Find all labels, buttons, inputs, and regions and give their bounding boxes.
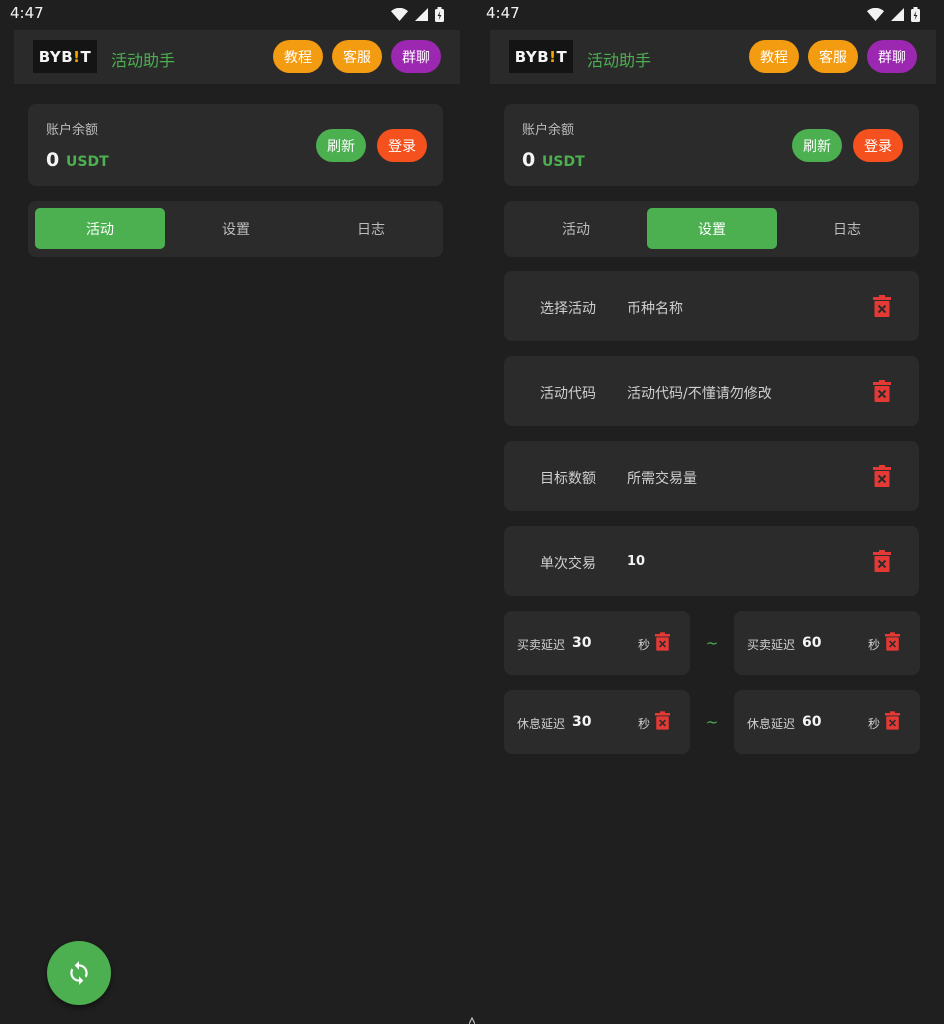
trash-icon[interactable]: [873, 380, 891, 402]
mini-label: 买卖延迟: [517, 638, 566, 652]
bybit-logo: BYB! T: [33, 40, 97, 73]
battery-icon: [911, 6, 920, 22]
balance-label: 账户余额: [522, 123, 575, 138]
group-chat-button[interactable]: 群聊: [867, 40, 917, 73]
login-button[interactable]: 登录: [853, 129, 903, 162]
setting-label: 活动代码: [540, 386, 596, 402]
status-bar: 4:47: [476, 0, 944, 28]
app-title: 活动助手: [111, 51, 176, 70]
trash-icon[interactable]: [873, 465, 891, 487]
trash-icon[interactable]: [873, 295, 891, 317]
tab-bar: 活动 设置 日志: [28, 201, 443, 257]
rest-delay-min-input[interactable]: 30: [572, 714, 591, 730]
rest-delay-max-card: 休息延迟 60 秒: [734, 690, 920, 754]
trade-delay-max-card: 买卖延迟 60 秒: [734, 611, 920, 675]
screen-settings: 4:47 BYB! T 活动助手 教程 客服 群聊 账户余额 0 USDT 刷新 …: [476, 0, 944, 1024]
setting-label: 目标数额: [540, 471, 596, 487]
setting-row-code: 活动代码 活动代码/不懂请勿修改: [504, 356, 919, 426]
unit-seconds: 秒: [638, 638, 651, 652]
trash-icon[interactable]: [885, 632, 900, 651]
balance-label: 账户余额: [46, 123, 99, 138]
refresh-button[interactable]: 刷新: [792, 129, 842, 162]
activity-select[interactable]: 币种名称: [627, 298, 683, 318]
app-title: 活动助手: [587, 51, 652, 70]
tab-bar: 活动 设置 日志: [504, 201, 919, 257]
range-separator: ~: [705, 634, 719, 652]
bybit-logo: BYB! T: [509, 40, 573, 73]
group-chat-button[interactable]: 群聊: [391, 40, 441, 73]
balance-card: 账户余额 0 USDT 刷新 登录: [504, 104, 919, 186]
activity-code-input[interactable]: 活动代码/不懂请勿修改: [627, 383, 772, 403]
screen-activity: 4:47 BYB! T 活动助手 教程 客服 群聊 账户余额 0 USDT 刷新 …: [0, 0, 472, 1024]
rest-delay-min-card: 休息延迟 30 秒: [504, 690, 690, 754]
mini-label: 休息延迟: [517, 717, 566, 731]
app-header: BYB! T 活动助手 教程 客服 群聊: [490, 30, 936, 84]
tab-activity[interactable]: 活动: [511, 208, 641, 249]
setting-row-single-trade: 单次交易 10: [504, 526, 919, 596]
tutorial-button[interactable]: 教程: [749, 40, 799, 73]
tab-settings[interactable]: 设置: [647, 208, 777, 249]
setting-label: 单次交易: [540, 556, 596, 572]
unit-seconds: 秒: [868, 638, 881, 652]
sync-icon: [70, 961, 88, 985]
battery-icon: [435, 6, 444, 22]
status-icons: [867, 6, 920, 22]
status-time: 4:47: [10, 4, 44, 22]
signal-icon: [415, 7, 428, 21]
unit-seconds: 秒: [868, 717, 881, 731]
mini-label: 休息延迟: [747, 717, 796, 731]
tab-logs[interactable]: 日志: [306, 208, 436, 249]
app-header: BYB! T 活动助手 教程 客服 群聊: [14, 30, 460, 84]
mini-label: 买卖延迟: [747, 638, 796, 652]
trade-delay-min-input[interactable]: 30: [572, 635, 591, 651]
tab-logs[interactable]: 日志: [782, 208, 912, 249]
setting-row-target: 目标数额 所需交易量: [504, 441, 919, 511]
trade-delay-max-input[interactable]: 60: [802, 635, 821, 651]
trash-icon[interactable]: [655, 632, 670, 651]
setting-label: 选择活动: [540, 301, 596, 317]
trash-icon[interactable]: [873, 550, 891, 572]
refresh-button[interactable]: 刷新: [316, 129, 366, 162]
trade-delay-min-card: 买卖延迟 30 秒: [504, 611, 690, 675]
tutorial-button[interactable]: 教程: [273, 40, 323, 73]
tab-activity[interactable]: 活动: [35, 208, 165, 249]
wifi-icon: [391, 7, 408, 21]
balance-card: 账户余额 0 USDT 刷新 登录: [28, 104, 443, 186]
support-button[interactable]: 客服: [808, 40, 858, 73]
status-icons: [391, 6, 444, 22]
trash-icon[interactable]: [885, 711, 900, 730]
support-button[interactable]: 客服: [332, 40, 382, 73]
target-amount-input[interactable]: 所需交易量: [627, 468, 697, 488]
rest-delay-max-input[interactable]: 60: [802, 714, 821, 730]
signal-icon: [891, 7, 904, 21]
sync-fab-button[interactable]: [47, 941, 111, 1005]
setting-row-activity: 选择活动 币种名称: [504, 271, 919, 341]
balance-unit: USDT: [542, 154, 585, 170]
split-handle-icon: [469, 1016, 475, 1024]
tab-settings[interactable]: 设置: [171, 208, 301, 249]
wifi-icon: [867, 7, 884, 21]
trash-icon[interactable]: [655, 711, 670, 730]
single-trade-input[interactable]: 10: [627, 554, 645, 569]
balance-value: 0: [522, 149, 536, 171]
status-bar: 4:47: [0, 0, 472, 28]
range-separator: ~: [705, 713, 719, 731]
unit-seconds: 秒: [638, 717, 651, 731]
balance-value: 0: [46, 149, 60, 171]
login-button[interactable]: 登录: [377, 129, 427, 162]
balance-unit: USDT: [66, 154, 109, 170]
status-time: 4:47: [486, 4, 520, 22]
